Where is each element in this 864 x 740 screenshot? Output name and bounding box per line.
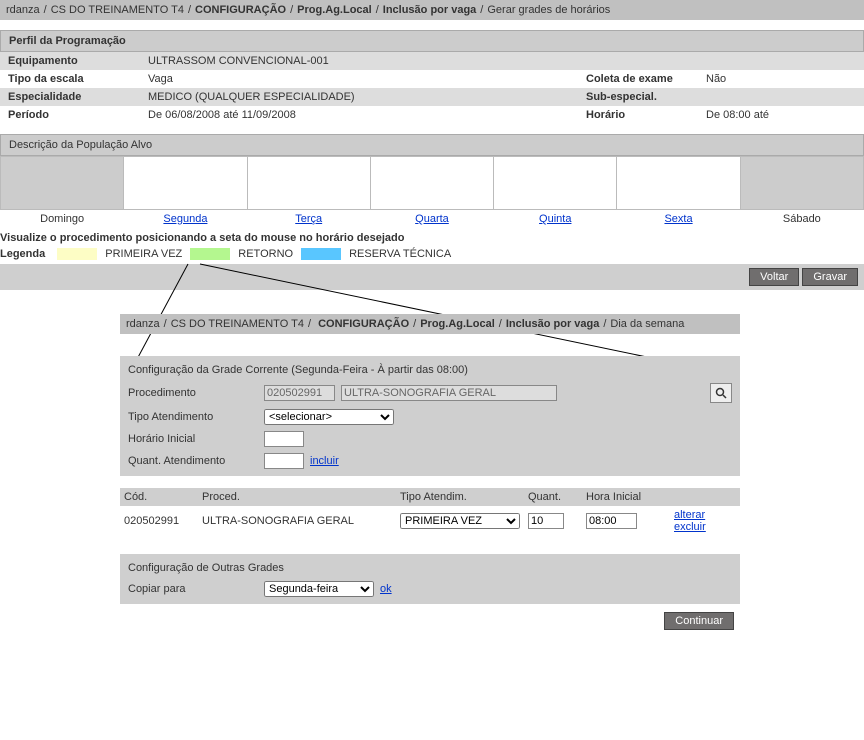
legend-label: Legenda [0,248,45,260]
legend-primeira: PRIMEIRA VEZ [105,248,182,260]
day-cell-quarta[interactable] [370,157,493,210]
tipo-escala-label: Tipo da escala [8,73,148,85]
col-cod: Cód. [120,488,198,506]
legend-reserva: RESERVA TÉCNICA [349,248,451,260]
day-link-quinta[interactable]: Quinta [539,213,571,225]
instruction-text: Visualize o procedimento posicionando a … [0,228,864,246]
sub-value [706,91,856,103]
proc-code-input [264,385,335,401]
list-row: 020502991 ULTRA-SONOGRAFIA GERAL PRIMEIR… [120,506,740,536]
equip-value: ULTRASSOM CONVENCIONAL-001 [148,55,856,67]
day-link-sexta[interactable]: Sexta [664,213,692,225]
tipo-atend-label: Tipo Atendimento [128,411,258,423]
proc-name-input [341,385,557,401]
row-proc: ULTRA-SONOGRAFIA GERAL [198,506,396,536]
row-cod: 020502991 [120,506,198,536]
swatch-reserva [301,248,341,260]
qtd-atend-label: Quant. Atendimento [128,455,258,467]
population-grid: Domingo Segunda Terça Quarta Quinta Sext… [0,156,864,228]
grade-title: Configuração da Grade Corrente (Segunda-… [128,360,732,380]
excluir-link[interactable]: excluir [674,521,706,533]
tipo-escala-value: Vaga [148,73,586,85]
voltar-button[interactable]: Voltar [749,268,799,286]
day-cell-terca[interactable] [247,157,370,210]
legend-retorno: RETORNO [238,248,293,260]
gravar-button[interactable]: Gravar [802,268,858,286]
swatch-retorno [190,248,230,260]
day-cell-sexta[interactable] [617,157,740,210]
swatch-primeira [57,248,97,260]
continuar-button[interactable]: Continuar [664,612,734,630]
hora-inicial-label: Horário Inicial [128,433,258,445]
row-tipo-select[interactable]: PRIMEIRA VEZ [400,513,520,529]
outras-title: Configuração de Outras Grades [128,558,732,578]
perfil-title: Perfil da Programação [0,30,864,52]
periodo-label: Período [8,109,148,121]
search-icon[interactable] [710,383,732,403]
pop-title: Descrição da População Alvo [0,134,864,156]
col-proc: Proced. [198,488,396,506]
esp-label: Especialidade [8,91,148,103]
day-cell-segunda[interactable] [124,157,247,210]
tipo-atend-select[interactable]: <selecionar> [264,409,394,425]
row-hora-input[interactable] [586,513,637,529]
copiar-select[interactable]: Segunda-feira [264,581,374,597]
day-link-quarta[interactable]: Quarta [415,213,449,225]
equip-label: Equipamento [8,55,148,67]
copiar-label: Copiar para [128,583,258,595]
day-link-segunda[interactable]: Segunda [163,213,207,225]
sub-label: Sub-especial. [586,91,706,103]
periodo-value: De 06/08/2008 até 11/09/2008 [148,109,586,121]
day-cell-sabado[interactable] [740,157,863,210]
day-cell-quinta[interactable] [494,157,617,210]
qtd-atend-input[interactable] [264,453,304,469]
alterar-link[interactable]: alterar [674,509,705,521]
horario-value: De 08:00 até [706,109,856,121]
col-tipo: Tipo Atendim. [396,488,524,506]
day-label-domingo: Domingo [1,210,124,229]
row-quant-input[interactable] [528,513,564,529]
day-cell-domingo[interactable] [1,157,124,210]
horario-label: Horário [586,109,706,121]
day-label-sabado: Sábado [740,210,863,229]
col-quant: Quant. [524,488,582,506]
breadcrumb-top: rdanza/ CS DO TREINAMENTO T4/ CONFIGURAÇ… [0,0,864,20]
incluir-link[interactable]: incluir [310,455,339,467]
breadcrumb-detail: rdanza/ CS DO TREINAMENTO T4/ CONFIGURAÇ… [120,314,740,334]
day-link-terca[interactable]: Terça [295,213,322,225]
esp-value: MEDICO (QUALQUER ESPECIALIDADE) [148,91,586,103]
hora-inicial-input[interactable] [264,431,304,447]
proc-label: Procedimento [128,387,258,399]
coleta-label: Coleta de exame [586,73,706,85]
ok-link[interactable]: ok [380,583,392,595]
col-hora: Hora Inicial [582,488,670,506]
coleta-value: Não [706,73,856,85]
